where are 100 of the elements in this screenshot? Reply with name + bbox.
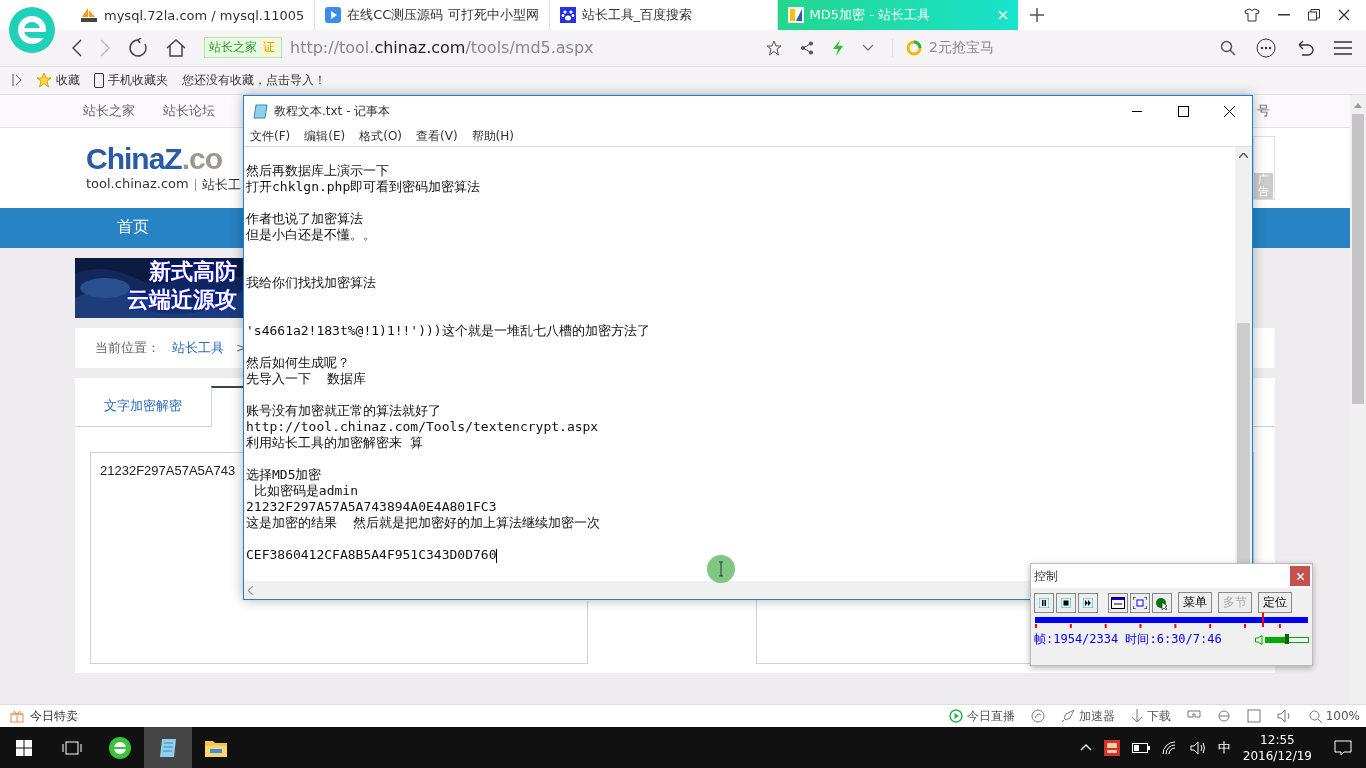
windows-icon — [16, 739, 32, 756]
stop-button[interactable] — [1056, 592, 1076, 613]
search-engine-icon — [905, 38, 923, 57]
battery-icon[interactable] — [1131, 742, 1150, 753]
speaker-icon[interactable] — [1189, 740, 1206, 755]
minimize-icon[interactable] — [1278, 14, 1290, 16]
close-icon[interactable] — [1338, 9, 1350, 21]
wifi-icon[interactable] — [1161, 740, 1178, 755]
home-nav-link[interactable]: 首页 — [117, 217, 149, 239]
text-line: 账号没有加密就正常的算法就好了 — [246, 403, 441, 418]
play-icon — [325, 7, 342, 23]
task-view-icon — [62, 740, 82, 755]
download-icon — [1130, 709, 1143, 724]
breadcrumb-label: 当前位置： — [95, 338, 160, 357]
nav-link[interactable]: 站长之家 — [83, 101, 135, 120]
import-hint[interactable]: 您还没有收藏，点击导入！ — [182, 71, 326, 89]
swirl-icon[interactable] — [1030, 709, 1045, 724]
fullscreen-button[interactable] — [1130, 592, 1150, 613]
paw-icon — [559, 7, 576, 23]
back-icon[interactable] — [72, 38, 82, 57]
text-line: 这是加密的结果 然后就是把加密好的加上算法继续加密一次 — [246, 515, 600, 530]
close-icon — [1223, 105, 1235, 117]
app-tray-icon[interactable] — [1103, 739, 1120, 756]
scrollbar-thumb[interactable] — [1237, 323, 1250, 563]
refresh-icon[interactable] — [128, 37, 148, 58]
text-line: 选择MD5加密 — [246, 467, 322, 482]
menu-item[interactable]: 格式(O) — [359, 127, 403, 145]
text-line: 比如密码是admin — [252, 483, 358, 498]
sailboat-icon — [80, 7, 98, 23]
taskbar-app[interactable] — [144, 727, 192, 768]
text-line: 但是小白还是不懂。。 — [246, 227, 376, 242]
download-link[interactable]: 下载 — [1130, 707, 1171, 725]
chevron-icon[interactable] — [862, 43, 874, 52]
text-line: 21232F297A57A5A743894A0E4A801FC3 — [246, 499, 497, 514]
panel-title: 控制 — [1034, 567, 1058, 585]
chevron-up-icon[interactable] — [1079, 744, 1092, 751]
player-button[interactable]: 定位 — [1258, 592, 1292, 613]
menu-item[interactable]: 查看(V) — [416, 127, 458, 145]
search-icon[interactable] — [1220, 39, 1236, 56]
url-field[interactable]: http://tool.chinaz.com/tools/md5.aspx — [290, 38, 660, 58]
account-link[interactable]: 号 — [1257, 101, 1270, 120]
fullscreen-icon — [1133, 596, 1147, 609]
window-arrows-icon — [1111, 596, 1125, 609]
notepad-icon — [252, 103, 268, 119]
maximize-icon — [1177, 105, 1189, 117]
star-icon[interactable] — [766, 39, 782, 56]
text-line: 作者也说了加密算法 — [246, 211, 363, 226]
playback-status: 帧:1954/2334 时间:6:30/7:46 — [1034, 631, 1222, 648]
text-line: 先导入一下 数据库 — [246, 371, 366, 386]
text-line: 然后再数据库上演示一下 — [246, 163, 389, 178]
fit-window-button[interactable] — [1108, 592, 1128, 613]
menu-item[interactable]: 文件(F) — [250, 127, 291, 145]
live-link[interactable]: 今日直播 — [948, 707, 1015, 725]
cursor-highlight-icon — [706, 554, 736, 584]
tool-tab[interactable]: 文字加密解密 — [75, 385, 211, 426]
site-section: 站长工 — [201, 175, 241, 194]
shirt-icon[interactable] — [1244, 8, 1260, 22]
close-icon — [1296, 572, 1304, 580]
volume-slider[interactable] — [1265, 636, 1309, 643]
window-title: 教程文本.txt - 记事本 — [274, 102, 391, 120]
search-icon — [1308, 709, 1322, 723]
cursor-icon — [1155, 595, 1169, 610]
ad-banner[interactable]: 新式高防 云端近源攻 — [75, 257, 245, 318]
progress-marker[interactable] — [1262, 613, 1265, 627]
pause-button[interactable] — [1034, 592, 1054, 613]
accelerator-link[interactable]: 加速器 — [1060, 707, 1115, 725]
menu-item[interactable]: 编辑(E) — [304, 127, 346, 145]
sidebar-toggle-icon[interactable] — [12, 74, 22, 87]
nav-link[interactable]: 站长论坛 — [163, 101, 215, 120]
share-icon[interactable] — [800, 40, 814, 55]
site-logo[interactable]: ChinaZ.co — [86, 141, 241, 176]
text-line: CEF3860412CFA8B5A4F951C343D0D760 — [246, 547, 497, 562]
menu-icon[interactable] — [1334, 40, 1352, 55]
text-line: http://tool.chinaz.com/Tools/textencrypt.aspx — [246, 419, 599, 434]
player-button[interactable]: 菜单 — [1178, 592, 1212, 613]
undo-icon[interactable] — [1296, 39, 1314, 56]
browser-logo-icon — [108, 735, 132, 760]
home-icon[interactable] — [166, 38, 186, 57]
cursor-button[interactable] — [1152, 592, 1172, 613]
more-icon[interactable] — [1256, 37, 1276, 58]
new-tab-icon[interactable] — [1029, 8, 1044, 22]
input-method[interactable]: 中 — [1217, 738, 1231, 757]
scrollbar-thumb[interactable] — [1352, 113, 1364, 404]
close-button[interactable] — [1290, 566, 1310, 586]
fast-forward-button[interactable] — [1078, 592, 1098, 613]
mobile-favorites-link[interactable]: 手机收藏夹 — [94, 71, 168, 89]
pause-icon — [1039, 597, 1049, 608]
clock[interactable]: 12:55 2016/12/19 — [1242, 731, 1312, 764]
favorites-menu[interactable]: 收藏 — [36, 71, 80, 89]
notification-icon[interactable] — [1334, 739, 1352, 756]
restore-icon[interactable] — [1308, 9, 1320, 21]
star-icon — [36, 72, 52, 89]
breadcrumb-link[interactable]: 站长工具 — [172, 338, 224, 357]
deals-link[interactable]: 今日特卖 — [30, 707, 78, 725]
zoom-level[interactable]: 100% — [1308, 709, 1360, 724]
banner-text: 新式高防 — [148, 257, 238, 286]
text-line: 's4661a2!183t%@!1)1!!')))这个就是一堆乱七八槽的加密方法了 — [246, 323, 650, 338]
fast-forward-icon — [1083, 597, 1093, 608]
menu-item[interactable]: 帮助(H) — [471, 127, 514, 145]
scroll-up-icon[interactable] — [1239, 153, 1248, 158]
